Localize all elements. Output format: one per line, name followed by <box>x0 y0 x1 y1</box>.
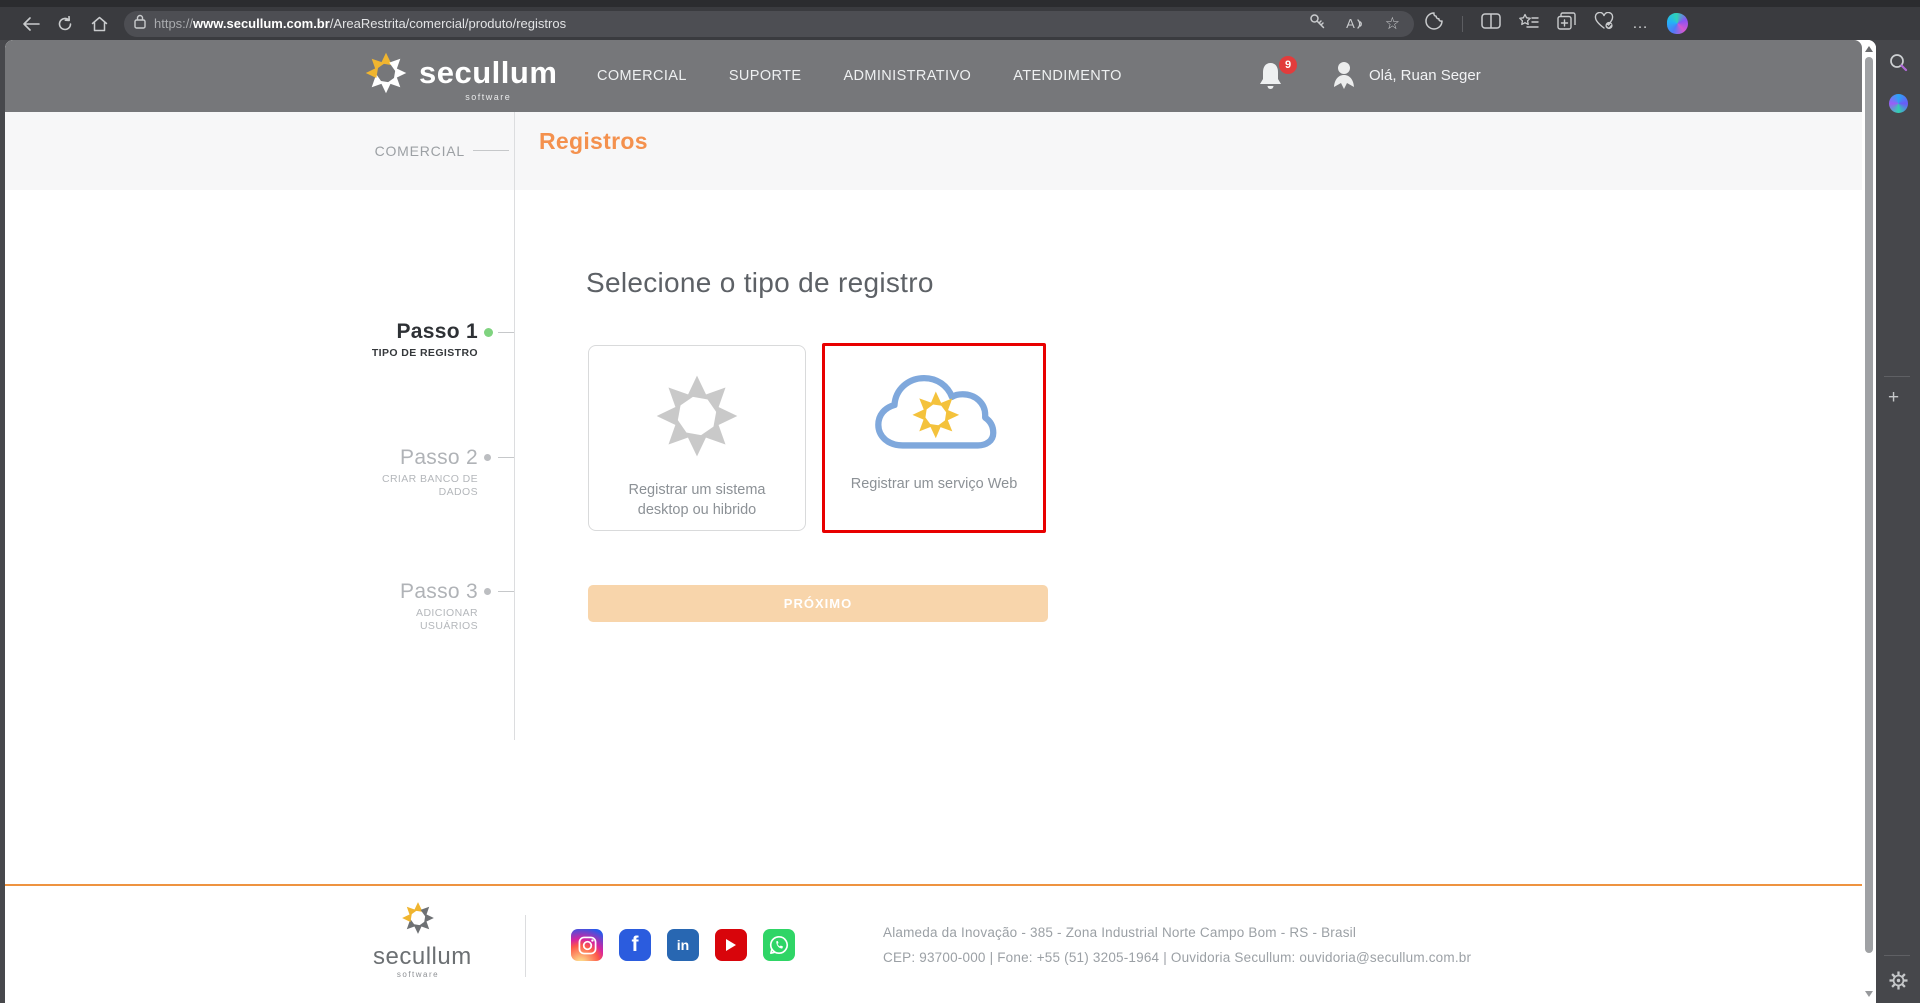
step-title: Passo 1 <box>396 320 478 343</box>
copilot-icon[interactable] <box>1667 13 1688 34</box>
desktop-starburst-icon <box>656 375 738 457</box>
site-logo[interactable]: secullum software <box>363 50 557 102</box>
steps-rail <box>514 112 515 740</box>
footer-address-line1: Alameda da Inovação - 385 - Zona Industr… <box>883 925 1357 940</box>
step-2-dash <box>498 457 514 458</box>
instagram-icon[interactable] <box>571 929 603 961</box>
content-heading: Selecione o tipo de registro <box>586 267 934 298</box>
step-1-dash <box>498 332 514 333</box>
option-card-web-selected[interactable]: Registrar um serviço Web <box>822 343 1046 533</box>
footer-logo-text: secullum <box>373 943 472 970</box>
youtube-icon[interactable] <box>715 929 747 961</box>
footer-starburst-icon <box>402 902 434 934</box>
step-subtitle: TIPO DE REGISTRO <box>371 347 478 359</box>
favorites-list-icon[interactable] <box>1519 13 1539 35</box>
settings-more-icon[interactable]: … <box>1632 15 1649 31</box>
extensions-icon[interactable] <box>1424 11 1444 36</box>
url-path: /AreaRestrita/comercial/produto/registro… <box>329 16 567 31</box>
footer-rule <box>5 884 1862 886</box>
step-subtitle: CRIAR BANCO DE DADOS <box>381 473 478 498</box>
breadcrumb-dash <box>473 150 509 151</box>
option-label: Registrar um serviço Web <box>850 476 1018 492</box>
notifications-button[interactable]: 9 <box>1257 56 1297 93</box>
scroll-down-arrow[interactable] <box>1865 991 1873 997</box>
wizard-step-2[interactable]: Passo 2 CRIAR BANCO DE DADOS <box>293 446 478 499</box>
sidebar-search-icon[interactable] <box>1888 52 1908 72</box>
window-top-edge <box>0 0 1920 7</box>
page-viewport: secullum software COMERCIAL SUPORTE ADMI… <box>5 40 1876 1003</box>
toolbar-separator <box>1462 15 1463 32</box>
site-logo-text: secullum <box>419 55 558 90</box>
step-3-dot <box>484 588 491 595</box>
edge-sidebar: + <box>1876 40 1920 1003</box>
whatsapp-icon[interactable] <box>763 929 795 961</box>
footer-logo: secullum software <box>373 900 472 979</box>
refresh-button[interactable] <box>48 11 82 37</box>
step-title: Passo 3 <box>400 580 478 603</box>
user-greeting: Olá, Ruan Seger <box>1369 66 1481 84</box>
social-links: f in <box>571 929 795 961</box>
back-button[interactable] <box>14 11 48 37</box>
split-screen-icon[interactable] <box>1481 13 1501 34</box>
sidebar-add-icon[interactable]: + <box>1888 387 1899 409</box>
sidebar-settings-gear-icon[interactable] <box>1888 970 1908 990</box>
cloud-web-icon <box>875 374 997 449</box>
page-title: Registros <box>539 128 648 154</box>
collections-icon[interactable] <box>1557 12 1576 35</box>
read-aloud-letter: A <box>1346 16 1355 31</box>
notification-badge: 9 <box>1279 56 1297 74</box>
browser-essentials-icon[interactable] <box>1594 11 1614 35</box>
option-card-desktop[interactable]: Registrar um sistema desktop ou hibrido <box>588 345 806 531</box>
step-1-dot <box>484 328 493 337</box>
breadcrumb-band: COMERCIAL <box>5 112 1862 190</box>
favorite-star-icon[interactable]: ☆ <box>1385 15 1400 32</box>
site-lock-icon[interactable] <box>134 14 146 34</box>
user-menu[interactable]: Olá, Ruan Seger <box>1331 60 1481 90</box>
step-title: Passo 2 <box>400 446 478 469</box>
nav-item-administrativo[interactable]: ADMINISTRATIVO <box>843 68 971 84</box>
option-label: Registrar um sistema desktop ou hibrido <box>628 482 766 518</box>
footer-logo-subtext: software <box>396 970 440 979</box>
breadcrumb: COMERCIAL <box>374 143 465 159</box>
sidebar-divider-bottom <box>1884 955 1910 956</box>
footer-address: Alameda da Inovação - 385 - Zona Industr… <box>883 920 1471 970</box>
site-header: secullum software COMERCIAL SUPORTE ADMI… <box>5 40 1862 112</box>
nav-item-comercial[interactable]: COMERCIAL <box>597 68 687 84</box>
linkedin-icon[interactable]: in <box>667 929 699 961</box>
footer-contact-line: CEP: 93700-000 | Fone: +55 (51) 3205-196… <box>883 950 1472 965</box>
scrollbar-thumb[interactable] <box>1865 57 1873 953</box>
wizard-step-3[interactable]: Passo 3 ADICIONAR USUÁRIOS <box>293 580 478 633</box>
scroll-up-arrow[interactable] <box>1865 46 1873 52</box>
url-text[interactable]: https://www.secullum.com.br/AreaRestrita… <box>154 16 1309 31</box>
step-2-dot <box>484 454 491 461</box>
browser-toolbar: https://www.secullum.com.br/AreaRestrita… <box>0 7 1920 40</box>
secullum-starburst-icon <box>365 52 407 94</box>
nav-item-suporte[interactable]: SUPORTE <box>729 68 802 84</box>
main-nav: COMERCIAL SUPORTE ADMINISTRATIVO ATENDIM… <box>597 40 1122 112</box>
password-key-icon[interactable] <box>1309 13 1326 34</box>
home-button[interactable] <box>82 11 116 37</box>
step-subtitle: ADICIONAR USUÁRIOS <box>416 607 478 632</box>
wizard-step-1[interactable]: Passo 1 TIPO DE REGISTRO <box>293 320 478 360</box>
sidebar-divider <box>1884 376 1910 377</box>
user-avatar-icon <box>1334 62 1354 89</box>
nav-item-atendimento[interactable]: ATENDIMENTO <box>1013 68 1122 84</box>
url-domain: www.secullum.com.br <box>193 16 330 31</box>
page-scrollbar[interactable] <box>1862 40 1876 1003</box>
sidebar-m365-icon[interactable] <box>1888 93 1908 113</box>
next-button[interactable]: PRÓXIMO <box>588 585 1048 622</box>
facebook-icon[interactable]: f <box>619 929 651 961</box>
read-aloud-icon[interactable]: A <box>1346 16 1365 31</box>
footer-divider <box>525 915 526 977</box>
address-bar[interactable]: https://www.secullum.com.br/AreaRestrita… <box>124 10 1414 37</box>
url-scheme: https:// <box>154 16 194 31</box>
step-3-dash <box>498 591 514 592</box>
